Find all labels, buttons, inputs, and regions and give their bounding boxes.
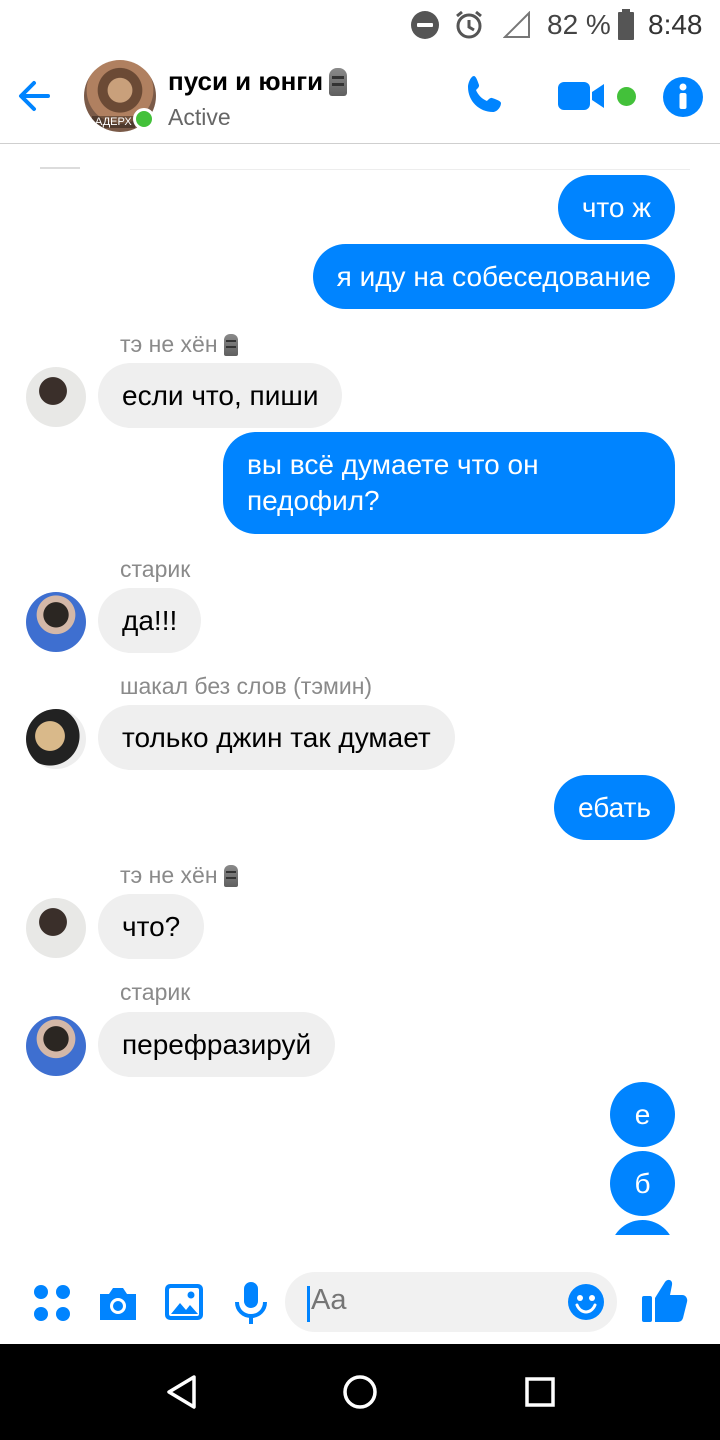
chat-active-status: Active	[168, 104, 231, 130]
sender-name: старик	[120, 979, 190, 1006]
message-bubble-incoming[interactable]: что?	[98, 894, 205, 959]
do-not-disturb-icon	[410, 0, 440, 50]
message-bubble-incoming[interactable]: перефразируй	[98, 1012, 336, 1077]
chat-title-text: пуси и юнги	[168, 66, 324, 96]
message-bubble-outgoing[interactable]: ебать	[553, 775, 675, 840]
message-bubble-outgoing-partial[interactable]	[610, 1220, 675, 1235]
video-active-dot	[617, 87, 636, 106]
message-bubble-outgoing[interactable]: е	[610, 1082, 675, 1147]
message-bubble-outgoing[interactable]: я иду на собеседование	[312, 244, 675, 309]
moai-emoji-icon	[329, 67, 348, 96]
sender-name-text: тэ не хён	[120, 331, 218, 357]
sender-avatar[interactable]	[26, 898, 86, 958]
emoji-icon[interactable]	[567, 1283, 605, 1326]
video-camera-icon[interactable]	[556, 78, 606, 119]
camera-icon[interactable]	[96, 1284, 140, 1327]
signal-icon	[503, 0, 531, 50]
microphone-icon[interactable]	[233, 1280, 269, 1331]
sender-name-text: тэ не хён	[120, 862, 218, 888]
divider	[130, 169, 690, 170]
alarm-icon	[453, 0, 485, 50]
sender-name-text: старик	[120, 979, 191, 1005]
message-list[interactable]: что ж я иду на собеседование тэ не хён е…	[0, 145, 720, 1235]
phone-icon[interactable]	[462, 72, 508, 123]
sender-name: старик	[120, 556, 190, 583]
nav-home-icon[interactable]	[342, 1374, 378, 1415]
sender-avatar[interactable]	[26, 592, 86, 652]
gallery-icon[interactable]	[163, 1282, 205, 1327]
message-bubble-incoming[interactable]: да!!!	[98, 588, 202, 653]
sender-name-text: старик	[120, 556, 191, 582]
sender-avatar[interactable]	[26, 709, 86, 769]
back-arrow-icon[interactable]	[14, 74, 58, 118]
chat-header: АДЕРХ пуси и юнги Active	[0, 50, 720, 144]
message-bubble-outgoing[interactable]: что ж	[557, 175, 675, 240]
nav-recents-icon[interactable]	[524, 1376, 556, 1413]
thumbs-up-icon[interactable]	[640, 1276, 690, 1331]
sender-avatar[interactable]	[26, 1016, 86, 1076]
clock-time: 8:48	[648, 9, 703, 40]
message-input-container[interactable]	[285, 1272, 617, 1332]
text-caret	[307, 1286, 310, 1322]
nav-back-icon[interactable]	[164, 1374, 198, 1415]
previous-content-edge	[40, 167, 80, 169]
sender-name: шакал без слов (тэмин)	[120, 673, 372, 700]
message-bubble-incoming[interactable]: если что, пиши	[98, 363, 343, 428]
system-nav-bar	[0, 1344, 720, 1440]
message-input[interactable]	[311, 1284, 541, 1317]
battery-icon	[617, 0, 635, 50]
composer-bar	[0, 1262, 720, 1344]
status-bar: 82 % 8:48	[0, 0, 720, 50]
moai-emoji-icon	[223, 864, 238, 887]
sender-name: тэ не хён	[120, 862, 238, 889]
online-status-dot	[133, 108, 155, 130]
chat-title[interactable]: пуси и юнги	[168, 66, 348, 97]
message-bubble-outgoing[interactable]: вы всё думаете что он педофил?	[223, 432, 675, 534]
moai-emoji-icon	[223, 333, 238, 356]
sender-avatar[interactable]	[26, 367, 86, 427]
apps-grid-icon[interactable]	[33, 1284, 71, 1327]
battery-percent: 82 %	[547, 9, 611, 40]
info-icon[interactable]	[662, 76, 704, 123]
sender-name-text: шакал без слов (тэмин)	[120, 673, 373, 699]
message-bubble-outgoing[interactable]: б	[610, 1151, 675, 1216]
sender-name: тэ не хён	[120, 331, 238, 358]
message-bubble-incoming[interactable]: только джин так думает	[98, 705, 455, 770]
avatar-tag: АДЕРХ	[92, 116, 135, 128]
